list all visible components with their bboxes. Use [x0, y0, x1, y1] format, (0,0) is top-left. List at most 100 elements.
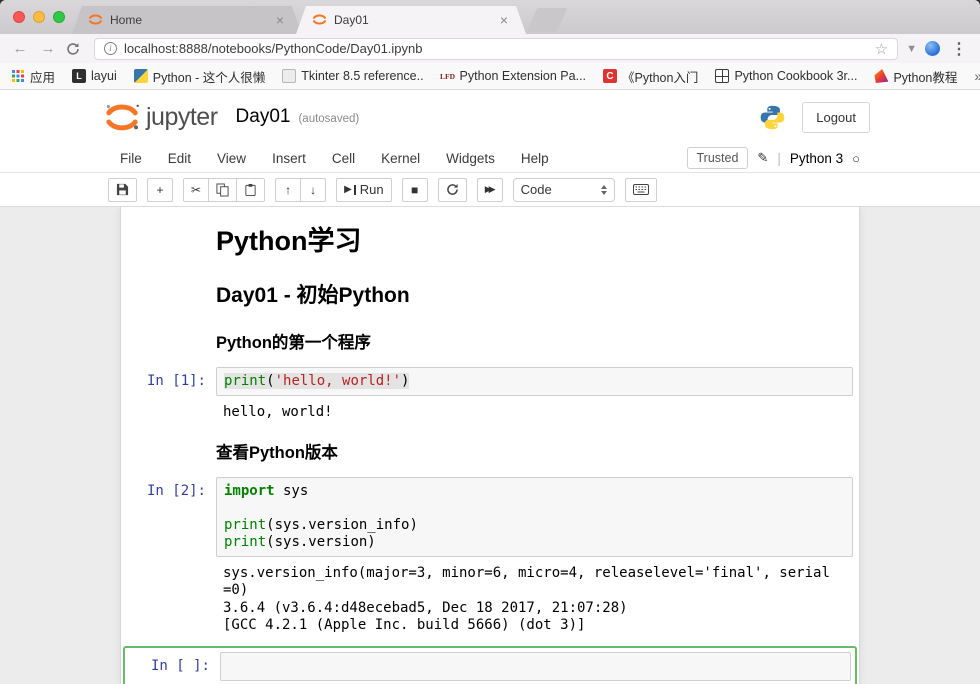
menu-insert[interactable]: Insert: [259, 151, 319, 166]
logout-button[interactable]: Logout: [802, 102, 870, 133]
markdown-cell-title[interactable]: Python学习: [121, 215, 859, 270]
markdown-cell-first-program[interactable]: Python的第一个程序: [121, 319, 859, 362]
notebook-container: Python学习 Day01 - 初始Python Python的第一个程序: [120, 207, 860, 684]
command-palette-button[interactable]: [625, 178, 657, 202]
bookmark-label: layui: [91, 69, 117, 83]
tab-home[interactable]: Home ×: [72, 6, 302, 34]
code-cell-2[interactable]: In [2]: import sys print(sys.version_inf…: [121, 472, 859, 642]
download-arrow-icon[interactable]: ▼: [906, 43, 917, 55]
page-favicon-icon: [282, 69, 296, 83]
code-token: print: [224, 517, 266, 533]
browser-menu-icon[interactable]: ⋮: [948, 39, 970, 59]
python-favicon-icon: [134, 69, 148, 83]
menu-widgets[interactable]: Widgets: [433, 151, 508, 166]
cell-output: hello, world!: [216, 396, 853, 424]
code-input-empty[interactable]: [220, 652, 851, 681]
kernel-name: Python 3: [790, 151, 843, 166]
bookmark-label: Tkinter 8.5 reference..: [301, 69, 423, 83]
select-arrows-icon: [601, 185, 607, 195]
toolbar: + ✂ ↑ ↓: [0, 173, 980, 207]
heading-check-version: 查看Python版本: [216, 444, 853, 463]
output-prompt: [121, 557, 216, 637]
new-tab-button[interactable]: [527, 8, 568, 32]
menu-help[interactable]: Help: [508, 151, 562, 166]
page-info-icon[interactable]: i: [104, 42, 117, 55]
close-window-button[interactable]: [13, 11, 25, 23]
code-token: ): [401, 373, 409, 389]
cut-cell-button[interactable]: ✂: [183, 178, 209, 202]
jupyter-logo-text: jupyter: [146, 103, 218, 132]
tab-day01[interactable]: Day01 ×: [296, 6, 526, 34]
bookmark-tkinter-reference[interactable]: Tkinter 8.5 reference..: [282, 69, 423, 83]
bookmark-python-intro[interactable]: C 《Python入门: [603, 67, 698, 86]
cell-type-select[interactable]: Code: [513, 178, 615, 202]
heading-day01: Day01 - 初始Python: [216, 283, 853, 308]
menubar-right: Trusted ✎ | Python 3 ○: [687, 147, 861, 169]
tab-close-icon[interactable]: ×: [498, 11, 510, 29]
edit-mode-pencil-icon: ✎: [757, 150, 768, 166]
notebook-scroll-area[interactable]: Python学习 Day01 - 初始Python Python的第一个程序: [0, 207, 980, 684]
bookmark-python-extension-packages[interactable]: LFD Python Extension Pa...: [441, 69, 586, 83]
copy-cell-button[interactable]: [208, 178, 237, 202]
copy-icon: [216, 183, 229, 197]
heading-first-program: Python的第一个程序: [216, 334, 853, 353]
jupyter-logo[interactable]: jupyter: [103, 101, 218, 133]
menu-edit[interactable]: Edit: [155, 151, 204, 166]
tab-strip: Home × Day01 ×: [0, 0, 980, 34]
proxy-extension-icon[interactable]: [925, 41, 940, 56]
markdown-cell-day01[interactable]: Day01 - 初始Python: [121, 270, 859, 319]
code-token: (: [266, 373, 274, 389]
move-cell-down-button[interactable]: ↓: [300, 178, 326, 202]
notebook-title-area: Day01 (autosaved): [236, 106, 360, 128]
tab-title: Home: [110, 13, 274, 27]
bookmark-label: Python - 这个人很懒: [153, 67, 266, 86]
menu-view[interactable]: View: [204, 151, 259, 166]
restart-run-all-button[interactable]: ▶▶: [477, 178, 503, 202]
input-prompt: In [ ]:: [125, 652, 220, 681]
markdown-cell-version[interactable]: 查看Python版本: [121, 429, 859, 472]
code-token: (sys.version_info): [266, 517, 418, 533]
apps-grid-icon: [12, 70, 15, 73]
jupyter-page: jupyter Day01 (autosaved) Logout: [0, 90, 980, 684]
paste-icon: [244, 183, 257, 197]
url-text: localhost:8888/notebooks/PythonCode/Day0…: [124, 41, 868, 56]
code-cell-3-selected[interactable]: In [ ]:: [123, 646, 857, 684]
forward-button[interactable]: →: [38, 40, 58, 57]
cell-output: sys.version_info(major=3, minor=6, micro…: [216, 557, 853, 637]
notebook-title[interactable]: Day01: [236, 106, 291, 128]
keyboard-icon: [633, 184, 649, 195]
bookmark-python-tutorial[interactable]: Python教程: [874, 67, 957, 86]
back-button[interactable]: ←: [10, 40, 30, 57]
bookmark-python-blog[interactable]: Python - 这个人很懒: [134, 67, 266, 86]
jupyter-logo-icon: [103, 101, 141, 133]
tab-close-icon[interactable]: ×: [274, 11, 286, 29]
paste-cell-button[interactable]: [236, 178, 265, 202]
trusted-badge[interactable]: Trusted: [687, 147, 749, 169]
menu-cell[interactable]: Cell: [319, 151, 368, 166]
bookmark-star-icon[interactable]: ☆: [875, 40, 888, 58]
input-prompt: In [1]:: [121, 367, 216, 396]
save-button[interactable]: [108, 178, 137, 202]
url-field[interactable]: i localhost:8888/notebooks/PythonCode/Da…: [94, 38, 898, 60]
add-cell-button[interactable]: +: [147, 178, 173, 202]
bookmark-apps[interactable]: 应用: [12, 67, 55, 86]
python-logo-icon: [759, 104, 786, 131]
divider: |: [777, 151, 781, 166]
menu-kernel[interactable]: Kernel: [368, 151, 433, 166]
restart-kernel-button[interactable]: [438, 178, 467, 202]
reload-button[interactable]: [66, 42, 86, 56]
bookmark-python-cookbook[interactable]: Python Cookbook 3r...: [715, 69, 857, 83]
code-input[interactable]: print('hello, world!'): [216, 367, 853, 396]
move-cell-up-button[interactable]: ↑: [275, 178, 301, 202]
interrupt-kernel-button[interactable]: ■: [402, 178, 428, 202]
bookmarks-overflow-icon[interactable]: »: [974, 68, 980, 84]
minimize-window-button[interactable]: [33, 11, 45, 23]
run-button[interactable]: ▶ Run: [336, 178, 392, 202]
run-label: Run: [360, 182, 384, 197]
menu-file[interactable]: File: [120, 151, 155, 166]
code-input[interactable]: import sys print(sys.version_info) print…: [216, 477, 853, 557]
book-grid-favicon-icon: [715, 69, 729, 83]
code-cell-1[interactable]: In [1]: print('hello, world!') hello, wo…: [121, 362, 859, 429]
bookmark-layui[interactable]: L layui: [72, 69, 117, 83]
zoom-window-button[interactable]: [53, 11, 65, 23]
